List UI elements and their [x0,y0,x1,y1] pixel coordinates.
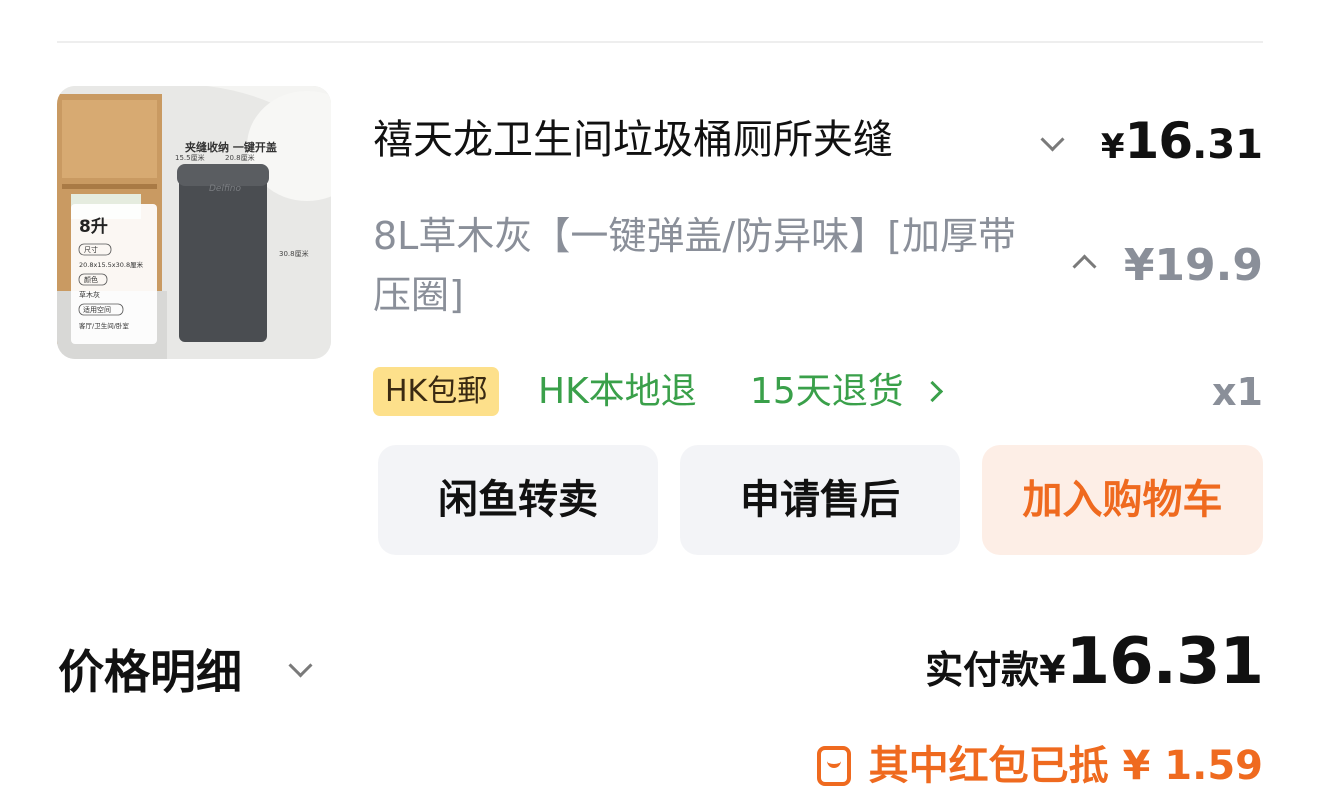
expand-title-chevron-down-icon[interactable] [1040,127,1065,152]
image-space-label: 适用空间 [83,305,111,314]
return-chevron-right-icon[interactable] [921,380,944,403]
red-packet-deduction: 其中红包已抵 ¥ 1.59 [816,736,1263,791]
paid-amount: 实付款¥16.31 [925,625,1264,699]
paid-number: 16.31 [1065,625,1264,699]
product-title[interactable]: 禧天龙卫生间垃圾桶厕所夹缝 [373,108,1023,172]
product-photo: 夹缝收纳 一键开盖 15.5厘米 20.8厘米 30.8厘米 Delfino 8… [57,86,331,359]
shipping-tag: HK包郵 [373,367,500,416]
price-currency: ¥ [1100,127,1125,167]
red-packet-text: 其中红包已抵 ¥ 1.59 [868,743,1263,789]
quantity: x1 [1212,370,1263,414]
image-size-value: 20.8x15.5x30.8厘米 [79,260,144,269]
image-banner: 夹缝收纳 一键开盖 [185,140,277,154]
image-color-label: 颜色 [84,275,98,284]
original-price: ¥19.9 [1123,240,1263,291]
image-dim-height: 30.8厘米 [279,249,309,258]
price-detail-toggle[interactable]: 价格明细 [58,640,242,704]
after-sale-button[interactable]: 申请售后 [680,445,960,555]
image-color-value: 草木灰 [79,290,100,299]
image-dim-depth: 20.8厘米 [225,153,255,162]
image-size-label: 尺寸 [84,245,98,254]
price-decimal: .31 [1192,122,1263,168]
collapse-spec-chevron-up-icon[interactable] [1072,254,1097,279]
resell-button[interactable]: 闲鱼转卖 [378,445,658,555]
local-return-tag[interactable]: HK本地退 [538,364,697,420]
add-to-cart-button[interactable]: 加入购物车 [982,445,1263,555]
red-packet-icon [816,746,851,786]
product-image[interactable]: 夹缝收纳 一键开盖 15.5厘米 20.8厘米 30.8厘米 Delfino 8… [57,86,331,359]
return-days-link[interactable]: 15天退货 [750,364,904,420]
price-integer: 16 [1124,112,1194,170]
image-brand: Delfino [209,184,241,194]
order-detail-page: 夹缝收纳 一键开盖 15.5厘米 20.8厘米 30.8厘米 Delfino 8… [0,0,1320,791]
image-volume: 8升 [79,217,108,237]
image-space-value: 客厅/卫生间/卧室 [79,321,129,330]
top-divider [57,41,1263,43]
product-spec[interactable]: 8L草木灰【一键弹盖/防异味】[加厚带压圈] [373,207,1033,325]
price-detail-chevron-down-icon[interactable] [288,653,313,678]
paid-label: 实付款¥ [925,648,1066,692]
product-price: ¥16.31 [1101,112,1263,170]
image-dim-width: 15.5厘米 [175,153,205,162]
